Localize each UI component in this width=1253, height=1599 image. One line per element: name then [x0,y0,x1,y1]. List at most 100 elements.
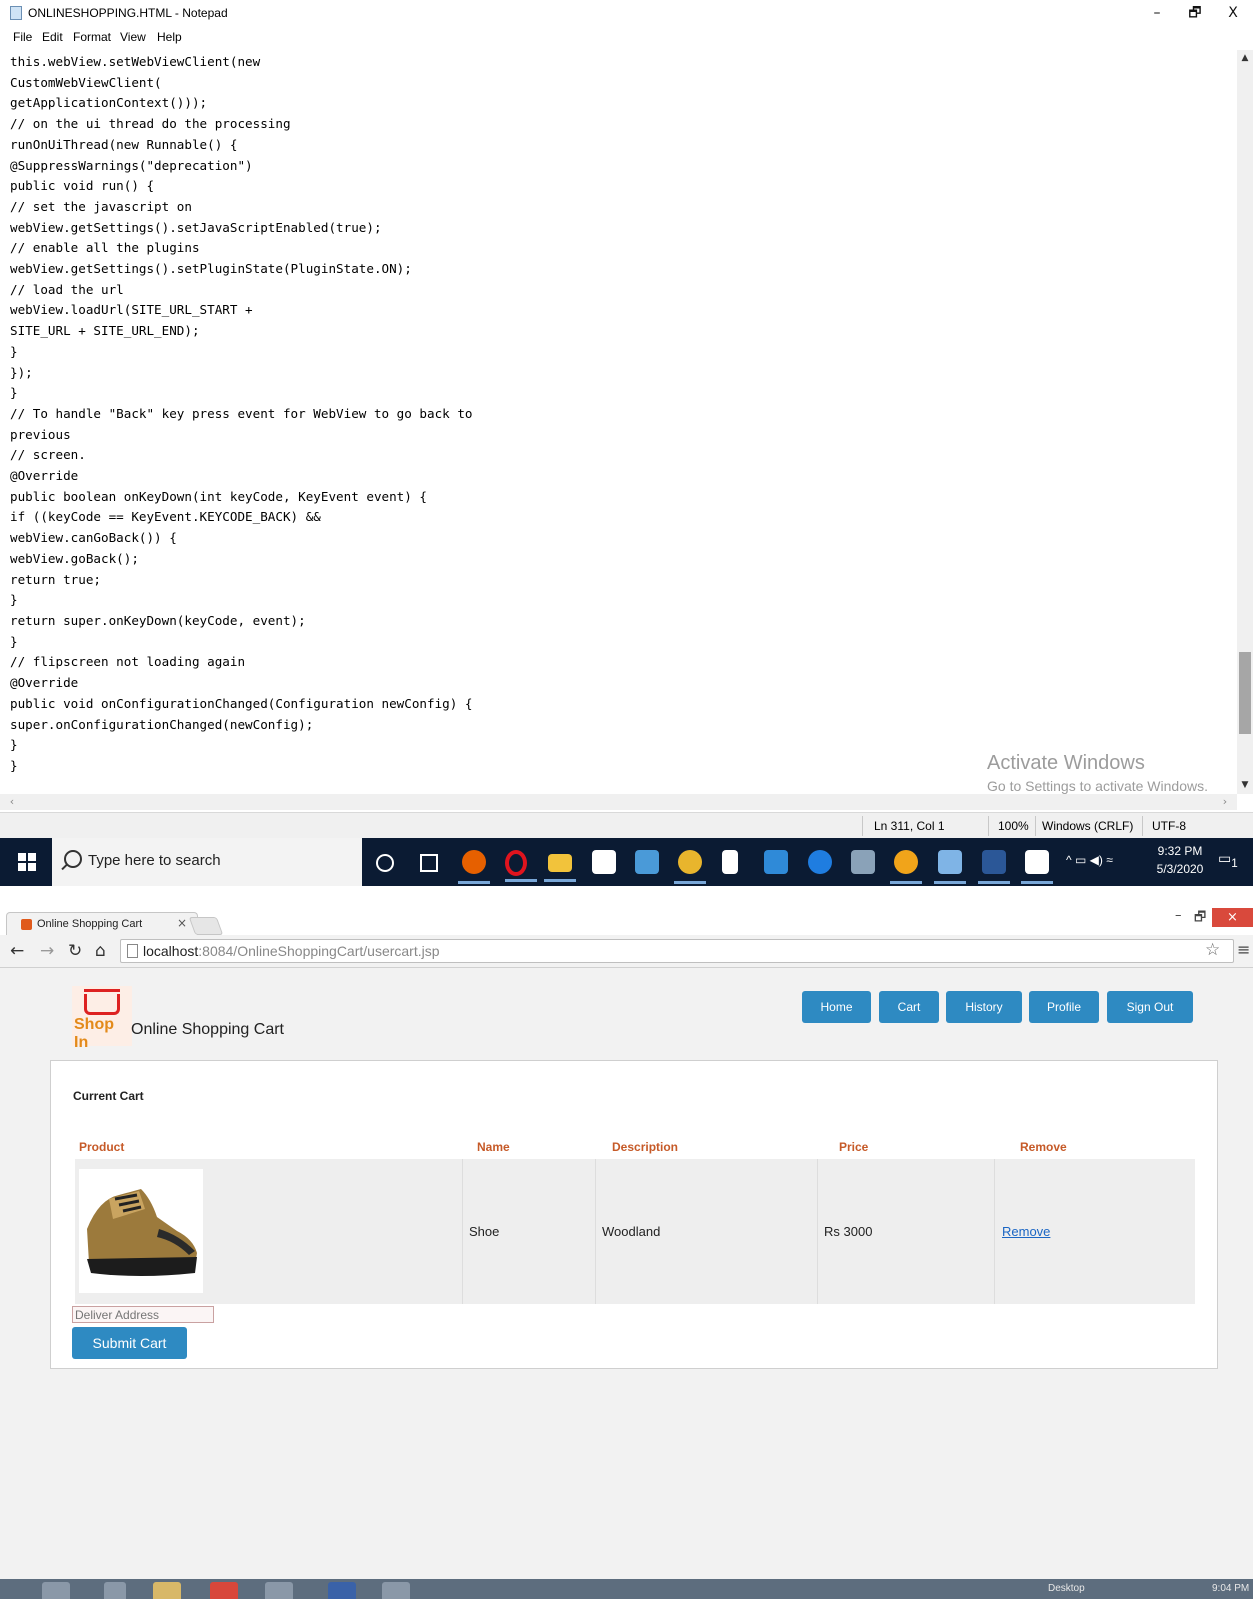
close-button[interactable]: X [1213,2,1253,24]
browser-minimize-button[interactable]: – [1175,908,1182,926]
watermark-subtitle: Go to Settings to activate Windows. [987,778,1208,794]
chrome-icon[interactable] [674,850,706,884]
notepad-window: ONLINESHOPPING.HTML - Notepad – 🗗 X File… [0,0,1253,887]
status-divider [1035,816,1036,836]
app-icon[interactable] [265,1582,293,1599]
column-header-price: Price [839,1140,869,1154]
firefox-icon[interactable] [458,850,490,884]
cell-divider [462,1159,463,1304]
reload-icon[interactable]: ↻ [68,941,82,961]
menu-format[interactable]: Format [73,30,111,44]
window-title: ONLINESHOPPING.HTML - Notepad [28,6,228,20]
product-price: Rs 3000 [824,1224,873,1239]
mail-icon[interactable] [42,1582,70,1599]
nav-history-button[interactable]: History [946,991,1022,1023]
taskbar2-clock[interactable]: 9:04 PM [1212,1583,1249,1594]
deliver-address-input[interactable] [72,1306,214,1323]
menu-view[interactable]: View [120,30,146,44]
box-icon[interactable] [382,1582,410,1599]
notification-center-icon[interactable]: ▭1 [1218,850,1238,898]
clock[interactable]: 9:32 PM 5/3/2020 [1156,844,1204,892]
taskbar-search-box[interactable]: Type here to search [52,838,362,886]
horizontal-scrollbar[interactable]: ‹ › [0,794,1237,810]
scroll-left-icon[interactable]: ‹ [4,794,20,810]
mail-icon[interactable] [764,850,788,874]
tab-strip: Online Shopping Cart × – 🗗 × [0,908,1253,936]
photo-viewer-icon[interactable] [851,850,875,874]
photos-icon[interactable] [1021,850,1053,884]
cart-panel: Current Cart Product Name Description Pr… [50,1060,1218,1369]
brave-icon[interactable] [890,850,922,884]
secondary-taskbar: Desktop 9:04 PM [0,1579,1253,1599]
column-header-product: Product [79,1140,125,1154]
notepad-icon [10,6,22,20]
nav-home-button[interactable]: Home [802,991,871,1023]
tab-close-icon[interactable]: × [177,916,187,930]
browser-tab[interactable]: Online Shopping Cart × [6,912,198,936]
url-path: :8084/OnlineShoppingCart/usercart.jsp [198,943,440,959]
browser-menu-icon[interactable]: ≡ [1237,940,1250,959]
edge-icon[interactable] [808,850,832,874]
folder-icon[interactable] [153,1582,181,1599]
search-placeholder: Type here to search [88,852,221,869]
back-icon[interactable]: ← [10,941,24,961]
browser-maximize-button[interactable]: 🗗 [1194,908,1206,926]
notepad-icon[interactable] [934,850,966,884]
menu-help[interactable]: Help [157,30,182,44]
scroll-up-icon[interactable]: ▲ [1237,50,1253,66]
opera-icon[interactable] [505,850,537,882]
word-icon[interactable] [328,1582,356,1599]
status-bar: Ln 311, Col 1 100% Windows (CRLF) UTF-8 [0,812,1253,839]
nav-profile-button[interactable]: Profile [1029,991,1099,1023]
site-name: Online Shopping Cart [131,1021,284,1038]
scroll-right-icon[interactable]: › [1217,794,1233,810]
nav-cart-button[interactable]: Cart [879,991,939,1023]
nav-signout-button[interactable]: Sign Out [1107,991,1193,1023]
minimize-button[interactable]: – [1137,2,1177,24]
system-tray-icons[interactable]: ^ ▭ ◀) ≈ [1066,853,1113,901]
status-divider [1142,816,1143,836]
browser-close-button[interactable]: × [1212,908,1253,927]
maximize-button[interactable]: 🗗 [1175,2,1215,24]
task-view-icon[interactable] [420,854,438,872]
site-logo[interactable]: Shop In [72,986,132,1051]
submit-cart-button[interactable]: Submit Cart [72,1327,187,1359]
scroll-down-icon[interactable]: ▼ [1237,777,1253,793]
vertical-scrollbar[interactable]: ▲ ▼ [1237,50,1253,794]
shoe-image [87,1189,197,1276]
word-icon[interactable] [978,850,1010,884]
scroll-thumb[interactable] [1239,651,1251,734]
start-button[interactable] [18,853,36,871]
new-tab-button[interactable] [188,917,224,935]
table-row: Shoe Woodland Rs 3000 Remove [75,1159,1195,1304]
panel-heading: Current Cart [73,1089,144,1103]
address-bar[interactable]: localhost:8084/OnlineShoppingCart/userca… [120,939,1234,963]
remove-link[interactable]: Remove [1002,1224,1050,1239]
url-host: localhost [143,943,199,959]
bookmark-star-icon[interactable]: ☆ [1205,940,1220,960]
status-divider [862,816,863,836]
menu-file[interactable]: File [13,30,32,44]
status-divider [988,816,989,836]
product-name: Shoe [469,1224,500,1239]
document-icon[interactable] [722,850,738,874]
product-image [79,1169,203,1293]
page-icon [127,944,138,958]
column-header-description: Description [612,1140,679,1154]
chrome-icon[interactable] [210,1582,238,1599]
app-icon[interactable] [635,850,659,874]
store-icon[interactable] [592,850,616,874]
line-endings: Windows (CRLF) [1042,819,1134,833]
cortana-icon[interactable] [376,854,394,872]
search-icon [64,850,82,868]
forward-icon[interactable]: → [40,941,54,961]
zoom-level: 100% [998,819,1029,833]
activate-windows-watermark: Activate Windows Go to Settings to activ… [987,752,1208,794]
desktop-toolbar-label[interactable]: Desktop [1048,1583,1085,1594]
menu-edit[interactable]: Edit [42,30,63,44]
address-toolbar: ← → ↻ ⌂ localhost:8084/OnlineShoppingCar… [0,935,1253,968]
user-icon[interactable] [104,1582,126,1599]
home-icon[interactable]: ⌂ [95,941,106,961]
editor-text-area[interactable]: this.webView.setWebViewClient(new Custom… [10,52,1210,794]
file-explorer-icon[interactable] [544,854,576,882]
